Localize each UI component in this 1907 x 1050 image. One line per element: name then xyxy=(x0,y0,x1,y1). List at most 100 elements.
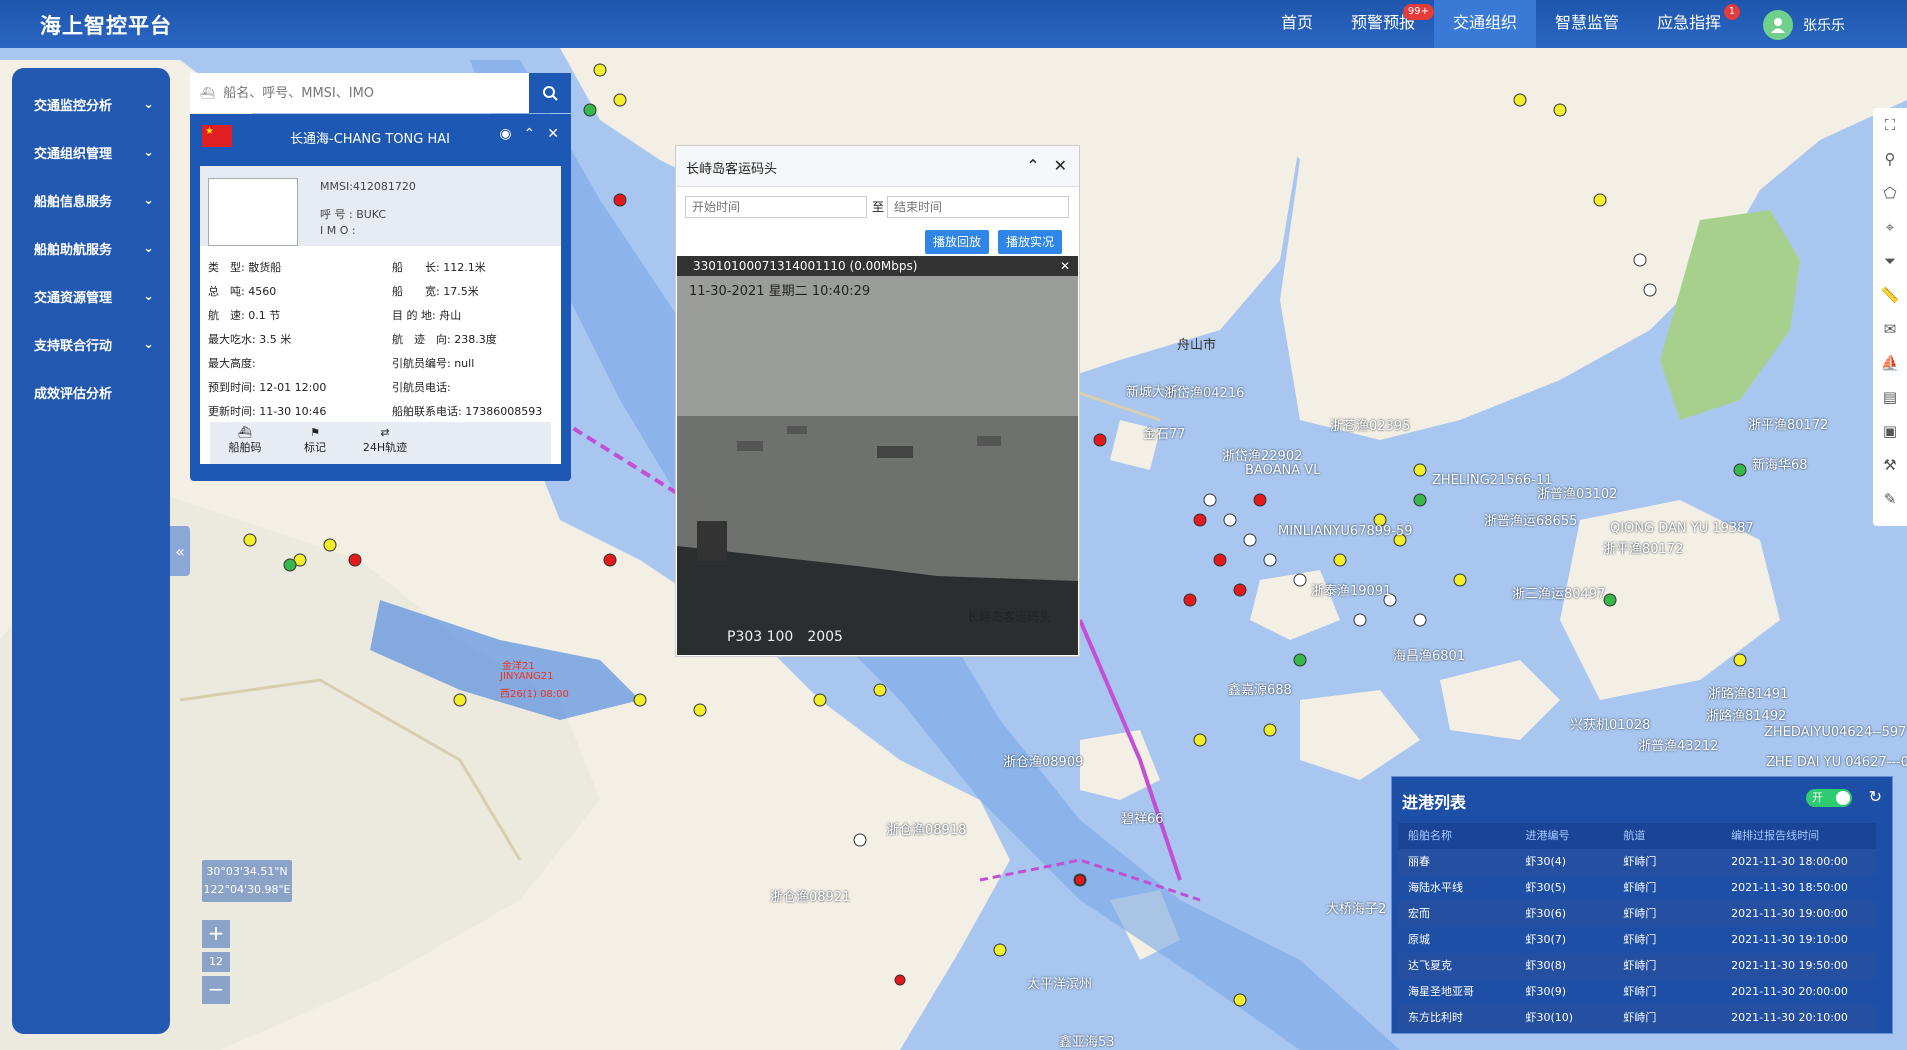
sidebar-item-ship-info[interactable]: 船舶信息服务 ⌄ xyxy=(12,176,170,224)
chevron-left-icon: « xyxy=(175,541,185,561)
sidebar-collapse-button[interactable]: « xyxy=(170,526,190,576)
map-label: BAOANA VL xyxy=(1245,463,1321,478)
replay-button[interactable]: 播放回放 xyxy=(925,230,990,254)
panel-title: 进港列表 xyxy=(1402,793,1467,812)
map-label: 太平洋滨州 xyxy=(1027,977,1093,992)
field-left: 总 吨: 4560 xyxy=(208,285,277,298)
end-time-input[interactable] xyxy=(887,196,1069,218)
osd-label: 长峙岛客运码头 xyxy=(967,610,1052,624)
zoom-in-button[interactable]: + xyxy=(202,920,230,948)
map-label: 兴获机01028 xyxy=(1570,718,1651,733)
close-icon[interactable]: ✕ xyxy=(1054,156,1067,175)
sidebar-item-joint-action[interactable]: 支持联合行动 ⌄ xyxy=(12,320,170,368)
tool-icon[interactable]: ⚒ xyxy=(1873,448,1907,482)
chevron-up-icon[interactable]: ⌃ xyxy=(524,126,536,142)
search-input[interactable] xyxy=(221,84,506,102)
field-right: 航 迹 向: 238.3度 xyxy=(392,333,497,346)
nav-warning[interactable]: 预警预报 99+ xyxy=(1332,0,1435,48)
map-label: 西26(1) 08:00 xyxy=(500,689,569,700)
field-left: 最大吃水: 3.5 米 xyxy=(208,333,292,346)
field-left: 航 速: 0.1 节 xyxy=(208,309,281,322)
start-time-input[interactable] xyxy=(685,196,867,218)
video-frame[interactable]: 33010100071314001110 (0.00Mbps) ✕ 11-30-… xyxy=(677,256,1078,655)
cell: 2021-11-30 19:50:00 xyxy=(1731,959,1848,972)
chevron-down-icon: ⌄ xyxy=(143,240,154,256)
sidebar-item-traffic-monitor[interactable]: 交通监控分析 ⌄ xyxy=(12,80,170,128)
alert-badge: 1 xyxy=(1723,4,1741,20)
table-row[interactable]: 宏而 虾30(6) 虾峙门 2021-11-30 19:00:00 xyxy=(1398,901,1876,927)
message-icon[interactable]: ✎ xyxy=(1873,482,1907,516)
zoom-control: + 12 − xyxy=(202,920,230,1004)
live-button[interactable]: 播放实况 xyxy=(998,230,1063,254)
ruler-icon[interactable]: 📏 xyxy=(1873,278,1907,312)
sidebar-item-navigation[interactable]: 船舶助航服务 ⌄ xyxy=(12,224,170,272)
callsign-value: 呼 号 : BUKC xyxy=(320,208,387,221)
sidebar-item-label: 交通资源管理 xyxy=(34,290,113,306)
zoom-out-button[interactable]: − xyxy=(202,976,230,1004)
sidebar: 交通监控分析 ⌄ 交通组织管理 ⌄ 船舶信息服务 ⌄ 船舶助航服务 ⌄ 交通资源管理 ⌄ … xyxy=(12,68,170,1034)
nav-traffic[interactable]: 交通组织 xyxy=(1434,0,1537,48)
field-left: 类 型: 散货船 xyxy=(208,261,282,274)
search-button[interactable] xyxy=(529,73,571,113)
map-label: 浙普渔43212 xyxy=(1638,739,1719,754)
document-icon[interactable]: ▤ xyxy=(1873,380,1907,414)
stream-info: 33010100071314001110 (0.00Mbps) xyxy=(693,259,918,273)
sidebar-item-label: 交通组织管理 xyxy=(34,146,113,162)
polygon-icon[interactable]: ⬠ xyxy=(1873,176,1907,210)
mail-icon[interactable]: ✉ xyxy=(1873,312,1907,346)
avatar xyxy=(1763,10,1793,40)
flag-icon: ⚑ xyxy=(310,426,320,439)
locate-icon[interactable]: ◉ xyxy=(499,126,511,142)
mark-button[interactable]: ⚑ 标记 xyxy=(280,422,350,464)
close-icon[interactable]: ✕ xyxy=(547,126,559,142)
cell: 2021-11-30 20:00:00 xyxy=(1731,985,1848,998)
ship-search: ⛴ xyxy=(190,73,571,113)
user-menu[interactable]: 张乐乐 xyxy=(1763,10,1845,40)
table-row[interactable]: 东方比利时 虾30(10) 虾峙门 2021-11-30 20:10:00 xyxy=(1398,1005,1876,1031)
nav-supervision[interactable]: 智慧监管 xyxy=(1536,0,1638,48)
image-icon[interactable]: ▣ xyxy=(1873,414,1907,448)
sidebar-item-evaluation[interactable]: 成效评估分析 xyxy=(12,368,170,416)
refresh-icon[interactable]: ↻ xyxy=(1869,787,1882,806)
sidebar-item-traffic-org[interactable]: 交通组织管理 ⌄ xyxy=(12,128,170,176)
track-button[interactable]: ⇄ 24H轨迹 xyxy=(350,422,420,464)
fullscreen-icon[interactable]: ⛶ xyxy=(1873,108,1907,142)
map-label: 浙三渔运80497 xyxy=(1512,587,1606,602)
nav-label: 智慧监管 xyxy=(1555,13,1620,32)
cell: 虾30(9) xyxy=(1525,985,1567,998)
chevron-down-icon: ⌄ xyxy=(143,96,154,112)
cell: 虾30(4) xyxy=(1525,855,1567,868)
table-row[interactable]: 海陆水平线 虾30(5) 虾峙门 2021-11-30 18:50:00 xyxy=(1398,875,1876,901)
nav-home[interactable]: 首页 xyxy=(1262,0,1332,48)
column-header: 航道 xyxy=(1623,829,1646,842)
table-row[interactable]: 丽春 虾30(4) 虾峙门 2021-11-30 18:00:00 xyxy=(1398,849,1876,875)
nav-emergency[interactable]: 应急指挥 1 xyxy=(1638,0,1741,48)
search-field[interactable]: ⛴ xyxy=(190,73,529,113)
chevron-down-icon: ⌄ xyxy=(143,288,154,304)
ship-code-button[interactable]: ⛴ 船舶码 xyxy=(210,422,280,464)
mmsi-value: MMSI:412081720 xyxy=(320,180,416,193)
chevron-up-icon[interactable]: ⌃ xyxy=(1026,156,1039,175)
ship-info-panel: ★ 长通海-CHANG TONG HAI ◉ ⌃ ✕ MMSI:41208172… xyxy=(190,114,571,481)
close-icon[interactable]: ✕ xyxy=(1060,256,1070,276)
cell: 宏而 xyxy=(1408,907,1430,920)
ship-layer-icon[interactable]: ⛵ xyxy=(1873,346,1907,380)
cell: 虾30(7) xyxy=(1525,933,1567,946)
sidebar-item-resources[interactable]: 交通资源管理 ⌄ xyxy=(12,272,170,320)
map-label: 金洋21 xyxy=(502,661,535,672)
field-right: 目 的 地: 舟山 xyxy=(392,309,462,322)
location-icon[interactable]: ⌖ xyxy=(1873,210,1907,244)
map-label: 浙仓渔08918 xyxy=(886,823,967,838)
table-row[interactable]: 海星圣地亚哥 虾30(9) 虾峙门 2021-11-30 20:00:00 xyxy=(1398,979,1876,1005)
ship-details: MMSI:412081720 呼 号 : BUKC I M O : 类 型: 散… xyxy=(200,166,561,464)
table-row[interactable]: 达飞夏克 虾30(8) 虾峙门 2021-11-30 19:50:00 xyxy=(1398,953,1876,979)
field-right: 引航员编号: null xyxy=(392,357,475,370)
map-label: 浙泰渔19091 xyxy=(1311,584,1392,599)
camera-image xyxy=(677,276,1078,655)
table-row[interactable]: 原城 虾30(7) 虾峙门 2021-11-30 19:10:00 xyxy=(1398,927,1876,953)
toggle-switch[interactable]: 开 xyxy=(1806,789,1852,807)
filter-icon[interactable]: ⏷ xyxy=(1873,244,1907,278)
map-label: 浙仓渔08909 xyxy=(1003,755,1084,770)
cell: 原城 xyxy=(1408,933,1430,946)
pin-icon[interactable]: ⚲ xyxy=(1873,142,1907,176)
